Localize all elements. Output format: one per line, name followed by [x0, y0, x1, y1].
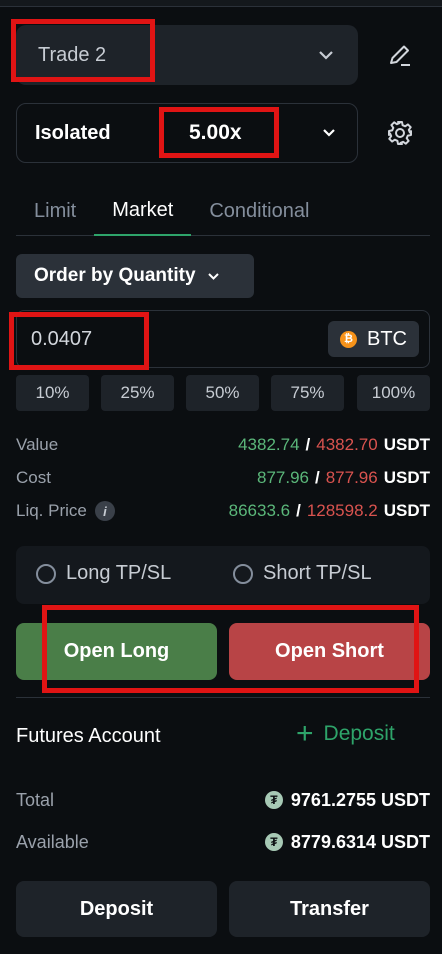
divider: [16, 697, 430, 698]
percent-button-100[interactable]: 100%: [357, 375, 430, 411]
bitcoin-icon: ₿: [340, 330, 357, 348]
trade-selector-label: Trade 2: [38, 43, 107, 66]
info-icon[interactable]: i: [94, 501, 115, 521]
short-tpsl-label: Short TP/SL: [263, 562, 372, 584]
chevron-down-icon: [316, 45, 336, 65]
cost-unit: USDT: [383, 468, 430, 487]
value-unit: USDT: [383, 435, 430, 454]
total-balance-row: Total ₮ 9761.2755 USDT: [16, 786, 430, 814]
liq-price-unit: USDT: [383, 501, 430, 520]
value-label: Value: [16, 435, 59, 454]
available-balance-row: Available ₮ 8779.6314 USDT: [16, 828, 430, 856]
top-edge-bar: [0, 0, 442, 7]
short-tpsl-radio[interactable]: Short TP/SL: [233, 562, 372, 585]
coin-selector[interactable]: ₿ BTC: [328, 321, 419, 357]
settings-gear-icon[interactable]: [380, 113, 420, 153]
order-by-label: Order by Quantity: [34, 265, 196, 286]
tether-icon: ₮: [264, 833, 283, 851]
separator: /: [314, 468, 320, 487]
plus-icon: +: [296, 717, 314, 750]
cost-row: Cost 877.96 / 877.96 USDT: [16, 465, 430, 491]
liq-price-long: 86633.6: [228, 501, 291, 520]
margin-leverage-selector[interactable]: Isolated 5.00x: [16, 103, 358, 163]
radio-circle-icon: [36, 563, 56, 584]
deposit-link[interactable]: + Deposit: [296, 717, 395, 750]
radio-circle-icon: [233, 563, 253, 584]
total-value: 9761.2755 USDT: [290, 789, 430, 810]
order-by-dropdown[interactable]: Order by Quantity: [16, 254, 254, 298]
deposit-button[interactable]: Deposit: [16, 881, 217, 937]
tab-market[interactable]: Market: [94, 188, 192, 236]
coin-label: BTC: [367, 327, 407, 350]
long-tpsl-radio[interactable]: Long TP/SL: [36, 562, 171, 585]
long-tpsl-label: Long TP/SL: [66, 562, 172, 584]
transfer-button[interactable]: Transfer: [229, 881, 430, 937]
edit-pencil-icon[interactable]: [380, 35, 420, 75]
tab-conditional[interactable]: Conditional: [191, 188, 327, 236]
value-short: 4382.70: [316, 435, 378, 454]
cost-long: 877.96: [256, 468, 309, 487]
separator: /: [305, 435, 311, 454]
quantity-input[interactable]: [29, 326, 183, 352]
percent-button-75[interactable]: 75%: [271, 375, 344, 411]
chevron-down-icon: [204, 266, 224, 286]
margin-mode-label: Isolated: [35, 121, 111, 144]
liq-price-short: 128598.2: [306, 501, 378, 520]
value-row: Value 4382.74 / 4382.70 USDT: [16, 432, 430, 458]
leverage-value: 5.00x: [189, 121, 242, 144]
futures-account-title: Futures Account: [16, 725, 161, 747]
chevron-down-icon: [319, 123, 339, 143]
percent-button-50[interactable]: 50%: [186, 375, 259, 411]
cost-short: 877.96: [325, 468, 378, 487]
open-long-button[interactable]: Open Long: [16, 623, 217, 680]
order-type-tabs: Limit Market Conditional: [16, 188, 430, 236]
open-short-button[interactable]: Open Short: [229, 623, 430, 680]
quantity-field[interactable]: ₿ BTC: [16, 310, 430, 368]
available-label: Available: [16, 831, 89, 852]
value-long: 4382.74: [238, 435, 300, 454]
trade-selector-dropdown[interactable]: Trade 2: [16, 25, 358, 85]
percent-button-25[interactable]: 25%: [101, 375, 174, 411]
tpsl-panel: Long TP/SL Short TP/SL: [16, 546, 430, 604]
separator: /: [296, 501, 301, 520]
deposit-link-label: Deposit: [323, 722, 395, 745]
total-label: Total: [16, 789, 55, 810]
percent-button-10[interactable]: 10%: [16, 375, 89, 411]
cost-label: Cost: [16, 468, 51, 487]
liq-price-row: Liq. Price i 86633.6 / 128598.2 USDT: [16, 498, 430, 524]
available-value: 8779.6314 USDT: [290, 831, 430, 852]
tab-limit[interactable]: Limit: [16, 188, 94, 236]
tether-icon: ₮: [264, 791, 283, 809]
liq-price-label: Liq. Price: [16, 501, 87, 520]
